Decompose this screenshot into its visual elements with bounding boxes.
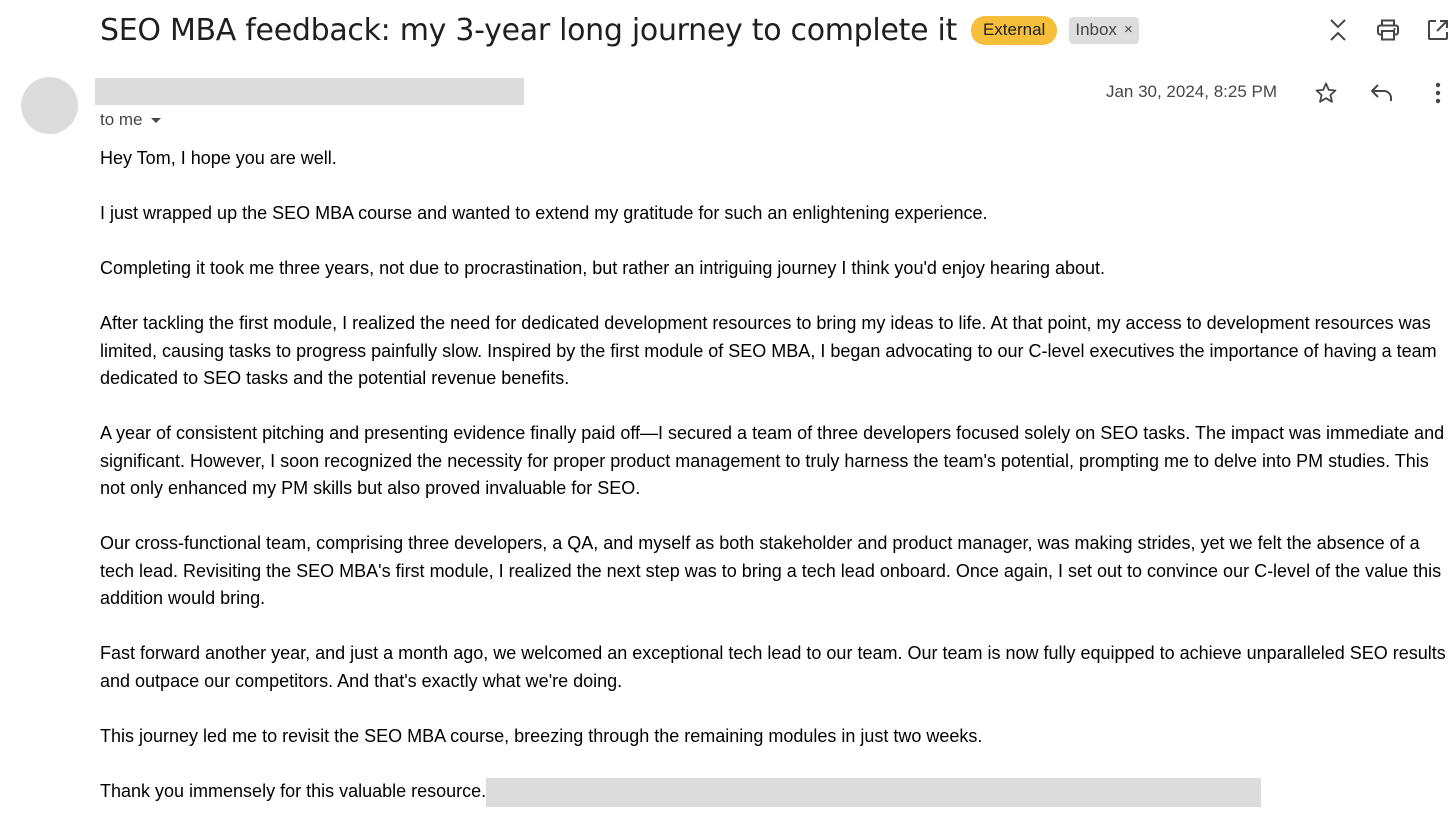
body-closing-line: Thank you immensely for this valuable re…	[100, 777, 1450, 807]
open-in-new-window-button[interactable]	[1420, 12, 1456, 48]
body-paragraph: Our cross-functional team, comprising th…	[100, 533, 1442, 608]
thread-toolbar	[1320, 12, 1456, 48]
open-in-new-window-icon	[1428, 20, 1448, 40]
message-toolbar	[1308, 75, 1456, 111]
inbox-label-chip[interactable]: Inbox ×	[1069, 16, 1139, 44]
print-button[interactable]	[1370, 12, 1406, 48]
sender-name-redacted	[95, 78, 524, 105]
email-view: SEO MBA feedback: my 3-year long journey…	[0, 0, 1456, 823]
chevron-down-icon	[150, 117, 161, 123]
reply-button[interactable]	[1364, 75, 1400, 111]
body-paragraph: I just wrapped up the SEO MBA course and…	[100, 203, 988, 223]
recipient-text: to me	[100, 110, 143, 129]
body-greeting: Hey Tom, I hope you are well.	[100, 148, 337, 168]
star-button[interactable]	[1308, 75, 1344, 111]
reply-icon	[1371, 84, 1392, 101]
star-icon	[1315, 82, 1337, 103]
more-options-button[interactable]	[1420, 75, 1456, 111]
body-paragraph: After tackling the first module, I reali…	[100, 313, 1437, 388]
message-body: Hey Tom, I hope you are well. I just wra…	[100, 145, 1450, 807]
message-date: Jan 30, 2024, 8:25 PM	[1105, 82, 1277, 101]
email-subject: SEO MBA feedback: my 3-year long journey…	[100, 12, 957, 48]
recipient-details-toggle[interactable]: to me	[100, 110, 161, 130]
collapse-all-button[interactable]	[1320, 12, 1356, 48]
body-closing: Thank you immensely for this valuable re…	[100, 781, 487, 802]
collapse-icon	[1330, 19, 1346, 41]
signature-redacted	[486, 777, 1262, 807]
body-paragraph: A year of consistent pitching and presen…	[100, 423, 1445, 498]
external-badge: External	[970, 15, 1058, 45]
more-vert-icon	[1435, 82, 1441, 104]
inbox-label-text: Inbox	[1075, 19, 1117, 39]
body-paragraph: This journey led me to revisit the SEO M…	[100, 725, 983, 746]
sender-avatar[interactable]	[21, 77, 78, 134]
print-icon	[1377, 19, 1399, 41]
subject-row: SEO MBA feedback: my 3-year long journey…	[100, 8, 1139, 52]
body-paragraph: Completing it took me three years, not d…	[100, 258, 1106, 278]
body-paragraph: Fast forward another year, and just a mo…	[100, 643, 1446, 691]
remove-label-icon[interactable]: ×	[1124, 20, 1133, 40]
